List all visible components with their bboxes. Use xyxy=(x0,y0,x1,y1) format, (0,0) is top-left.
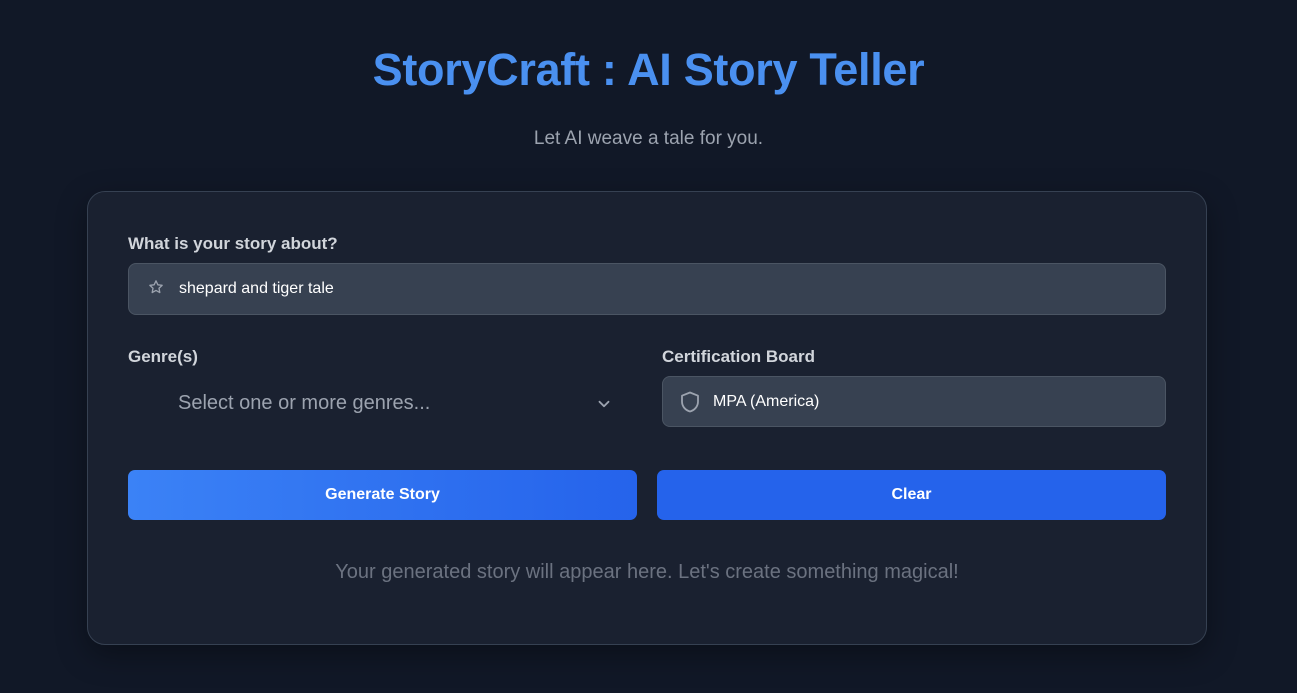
story-form-card: What is your story about? shepard and ti… xyxy=(87,191,1207,645)
certification-board-label: Certification Board xyxy=(662,347,816,366)
story-topic-value: shepard and tiger tale xyxy=(179,280,334,297)
story-topic-label: What is your story about? xyxy=(128,234,338,253)
page: StoryCraft : AI Story Teller Let AI weav… xyxy=(0,0,1297,693)
genre-placeholder: Select one or more genres... xyxy=(178,392,431,414)
genre-select[interactable]: Select one or more genres... xyxy=(128,377,638,429)
genre-label: Genre(s) xyxy=(128,347,198,366)
story-topic-input[interactable]: shepard and tiger tale xyxy=(128,263,1166,315)
certification-board-select[interactable]: MPA (America) xyxy=(662,376,1166,427)
chevron-down-icon xyxy=(598,400,610,408)
star-icon xyxy=(149,280,163,294)
page-subtitle: Let AI weave a tale for you. xyxy=(533,128,764,149)
certification-board-value: MPA (America) xyxy=(713,393,820,410)
generate-story-button[interactable]: Generate Story xyxy=(128,470,637,520)
shield-icon xyxy=(681,391,699,413)
story-output-placeholder: Your generated story will appear here. L… xyxy=(335,561,959,583)
clear-button[interactable]: Clear xyxy=(657,470,1166,520)
page-title: StoryCraft : AI Story Teller xyxy=(372,44,925,95)
